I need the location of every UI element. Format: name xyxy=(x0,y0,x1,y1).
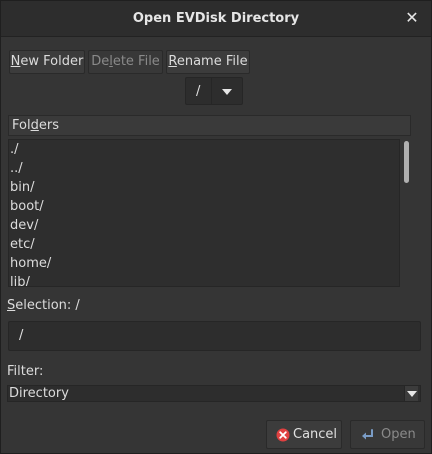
rename-file-button[interactable]: Rename File xyxy=(166,50,250,74)
rename-file-label: ename File xyxy=(176,54,248,69)
scrollbar-thumb[interactable] xyxy=(404,141,409,183)
list-item[interactable]: home/ xyxy=(9,254,399,273)
list-item[interactable]: ../ xyxy=(9,159,399,178)
selection-input[interactable]: / xyxy=(8,321,421,351)
open-directory-dialog: Open EVDisk Directory ✕ New Folder Delet… xyxy=(0,0,432,454)
titlebar[interactable]: Open EVDisk Directory ✕ xyxy=(1,1,431,37)
folders-header-pre: Fol xyxy=(12,118,31,133)
list-item[interactable]: bin/ xyxy=(9,178,399,197)
list-item[interactable]: etc/ xyxy=(9,235,399,254)
path-combo[interactable]: / xyxy=(185,77,243,105)
folder-list-scrollbar[interactable] xyxy=(402,139,411,287)
list-item[interactable]: boot/ xyxy=(9,197,399,216)
chevron-down-icon[interactable] xyxy=(222,89,232,95)
folders-header-rest: ers xyxy=(38,118,59,133)
list-item[interactable]: ./ xyxy=(9,140,399,159)
selection-label-text: election: / xyxy=(15,298,80,313)
delete-file-button[interactable]: Delete File xyxy=(88,50,163,74)
cancel-label: Cancel xyxy=(293,427,338,442)
list-item[interactable]: lib/ xyxy=(9,273,399,286)
filter-selected-value: Directory xyxy=(9,386,69,401)
new-folder-button[interactable]: New Folder xyxy=(9,50,85,74)
open-button[interactable]: Open xyxy=(350,420,425,449)
cancel-icon xyxy=(276,428,290,442)
new-folder-mnemonic: N xyxy=(10,54,21,69)
rename-file-mnemonic: R xyxy=(168,54,177,69)
combo-separator xyxy=(211,78,212,104)
delete-file-label-pre: De xyxy=(91,54,110,69)
new-folder-label: ew Folder xyxy=(20,54,84,69)
list-item[interactable]: dev/ xyxy=(9,216,399,235)
dialog-title: Open EVDisk Directory xyxy=(132,11,300,26)
open-arrow-icon xyxy=(362,429,373,440)
delete-file-label-rest: ete File xyxy=(112,54,160,69)
filter-label: Filter: xyxy=(7,364,44,379)
folders-header-mnemonic: d xyxy=(30,118,39,133)
path-value: / xyxy=(196,84,201,99)
filter-select[interactable]: Directory xyxy=(7,385,421,402)
cancel-button[interactable]: Cancel xyxy=(266,420,342,449)
folders-column-header[interactable]: Folders xyxy=(8,115,411,136)
chevron-down-icon[interactable] xyxy=(404,386,418,401)
close-icon[interactable]: ✕ xyxy=(403,9,421,27)
selection-label: Selection: / xyxy=(7,298,80,313)
folder-list[interactable]: ./ ../ bin/ boot/ dev/ etc/ home/ lib/ xyxy=(8,139,400,287)
open-label: Open xyxy=(381,427,416,442)
